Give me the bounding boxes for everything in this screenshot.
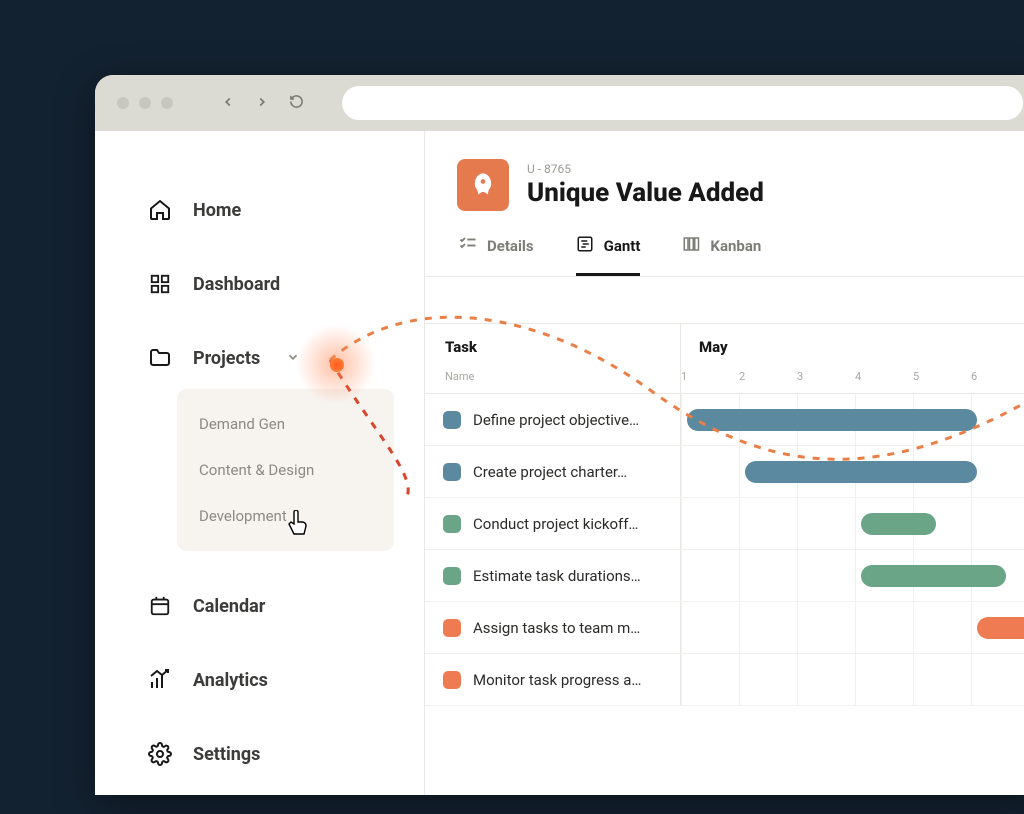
task-color-swatch [443, 619, 461, 637]
gantt-row: Monitor task progress a… [425, 654, 1024, 706]
main-content: U - 8765 Unique Value Added Details Gant… [425, 131, 1024, 795]
traffic-light-maximize[interactable] [161, 97, 173, 109]
gantt-row: Conduct project kickoff… [425, 498, 1024, 550]
forward-icon[interactable] [255, 94, 269, 113]
gantt-timeline-cell[interactable] [681, 654, 1024, 705]
view-tabs: Details Gantt Kanban [425, 211, 1024, 277]
gantt-icon [576, 235, 594, 257]
sidebar: Home Dashboard Projects Demand Gen C [95, 131, 425, 795]
task-label: Conduct project kickoff… [473, 515, 638, 533]
task-color-swatch [443, 463, 461, 481]
tab-label: Details [487, 237, 534, 255]
tab-label: Gantt [604, 237, 641, 255]
sidebar-item-calendar[interactable]: Calendar [147, 569, 424, 643]
task-column-header: Task Name [425, 324, 681, 393]
gantt-timeline-cell[interactable] [681, 602, 1024, 653]
gantt-bar[interactable] [861, 565, 1006, 587]
sidebar-item-label: Dashboard [193, 274, 280, 295]
tab-label: Kanban [710, 237, 761, 255]
gantt-row: Define project objective… [425, 394, 1024, 446]
task-color-swatch [443, 411, 461, 429]
gantt-bar[interactable] [745, 461, 977, 483]
calendar-icon [147, 595, 173, 617]
browser-window: Home Dashboard Projects Demand Gen C [95, 75, 1024, 795]
url-bar[interactable] [342, 86, 1023, 120]
day-label: 3 [797, 370, 855, 383]
day-label: 4 [855, 370, 913, 383]
tab-kanban[interactable]: Kanban [682, 235, 761, 276]
gantt-timeline-cell[interactable] [681, 394, 1024, 445]
sidebar-item-settings[interactable]: Settings [147, 717, 424, 791]
task-label: Create project charter… [473, 463, 627, 481]
grid-icon [147, 273, 173, 295]
sidebar-item-label: Home [193, 200, 241, 221]
gantt-row: Assign tasks to team m… [425, 602, 1024, 654]
traffic-light-close[interactable] [117, 97, 129, 109]
task-label: Monitor task progress a… [473, 671, 641, 689]
day-label: 6 [971, 370, 1024, 383]
traffic-light-minimize[interactable] [139, 97, 151, 109]
day-label: 2 [739, 370, 797, 383]
kanban-icon [682, 235, 700, 257]
sub-item-development[interactable]: Development [177, 493, 394, 539]
task-cell[interactable]: Assign tasks to team m… [425, 602, 681, 653]
task-label: Estimate task durations… [473, 567, 641, 585]
gantt-chart: Task Name May 123456 Define project obje… [425, 277, 1024, 706]
tab-details[interactable]: Details [459, 235, 534, 276]
sidebar-item-analytics[interactable]: Analytics [147, 643, 424, 717]
project-code: U - 8765 [527, 162, 764, 176]
task-label: Define project objective… [473, 411, 639, 429]
home-icon [147, 198, 173, 222]
gantt-bar[interactable] [687, 409, 977, 431]
reload-icon[interactable] [289, 94, 304, 113]
gantt-timeline-cell[interactable] [681, 550, 1024, 601]
gantt-timeline-cell[interactable] [681, 498, 1024, 549]
sub-item-demand-gen[interactable]: Demand Gen [177, 401, 394, 447]
project-title: Unique Value Added [527, 178, 764, 208]
task-cell[interactable]: Conduct project kickoff… [425, 498, 681, 549]
sub-item-content-design[interactable]: Content & Design [177, 447, 394, 493]
project-rocket-icon [457, 159, 509, 211]
analytics-icon [147, 668, 173, 692]
sidebar-item-home[interactable]: Home [147, 173, 424, 247]
gantt-bar[interactable] [861, 513, 936, 535]
task-cell[interactable]: Create project charter… [425, 446, 681, 497]
project-header: U - 8765 Unique Value Added [425, 131, 1024, 211]
chevron-down-icon [286, 349, 300, 368]
task-cell[interactable]: Define project objective… [425, 394, 681, 445]
task-cell[interactable]: Estimate task durations… [425, 550, 681, 601]
folder-icon [147, 346, 173, 370]
gantt-timeline-cell[interactable] [681, 446, 1024, 497]
browser-chrome [95, 75, 1024, 131]
sidebar-item-label: Settings [193, 744, 260, 765]
task-subheader-label: Name [445, 370, 660, 383]
gear-icon [147, 742, 173, 766]
checklist-icon [459, 235, 477, 257]
day-label: 5 [913, 370, 971, 383]
task-color-swatch [443, 515, 461, 533]
tab-gantt[interactable]: Gantt [576, 235, 641, 276]
task-color-swatch [443, 671, 461, 689]
gantt-bar[interactable] [977, 617, 1024, 639]
sidebar-item-label: Projects [193, 348, 260, 369]
task-label: Assign tasks to team m… [473, 619, 640, 637]
task-header-label: Task [445, 338, 660, 356]
gantt-row: Create project charter… [425, 446, 1024, 498]
sidebar-item-dashboard[interactable]: Dashboard [147, 247, 424, 321]
gantt-row: Estimate task durations… [425, 550, 1024, 602]
sidebar-item-label: Analytics [193, 670, 268, 691]
back-icon[interactable] [221, 94, 235, 113]
day-label: 1 [681, 370, 739, 383]
sidebar-item-label: Calendar [193, 596, 265, 617]
month-label: May [681, 338, 1024, 356]
task-color-swatch [443, 567, 461, 585]
sidebar-item-projects[interactable]: Projects [147, 321, 424, 395]
projects-submenu: Demand Gen Content & Design Development [177, 389, 394, 551]
task-cell[interactable]: Monitor task progress a… [425, 654, 681, 705]
timeline-header: May 123456 [681, 324, 1024, 393]
